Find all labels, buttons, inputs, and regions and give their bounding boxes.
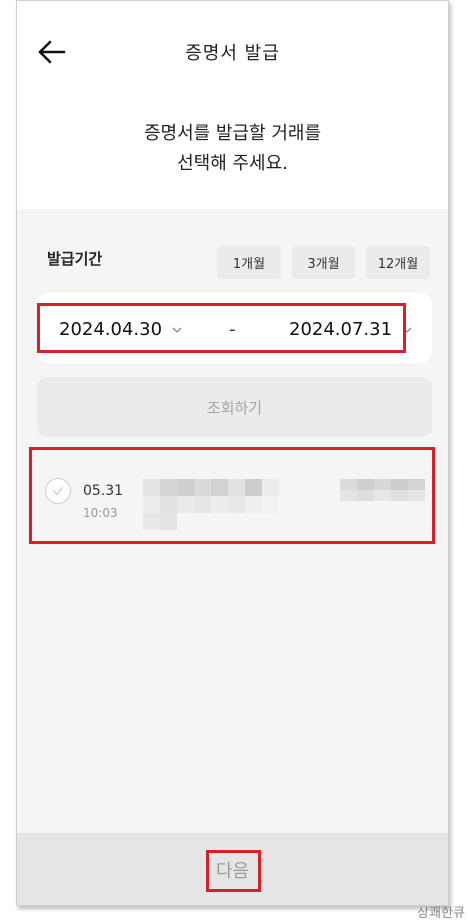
subtitle-line-2: 선택해 주세요. (177, 153, 288, 174)
period-label: 발급기간 (47, 250, 103, 268)
end-date-select[interactable]: 2024.07.31 (289, 319, 412, 340)
header: 증명서 발급 증명서를 발급할 거래를 선택해 주세요. (17, 1, 448, 209)
redacted-amount (340, 479, 425, 501)
transaction-item[interactable]: 05.31 10:03 (31, 453, 436, 535)
page-title: 증명서 발급 (185, 43, 280, 64)
period-chip-12-months[interactable]: 12개월 (366, 246, 430, 279)
start-date-select[interactable]: 2024.04.30 (59, 319, 182, 340)
period-chip-1-month[interactable]: 1개월 (217, 246, 281, 279)
subtitle-line-1: 증명서를 발급할 거래를 (143, 123, 322, 144)
transaction-time: 10:03 (83, 506, 118, 520)
period-chip-3-months[interactable]: 3개월 (292, 246, 355, 279)
select-transaction-checkbox[interactable] (45, 478, 71, 504)
watermark: 상쾌한큐 (417, 906, 465, 921)
chevron-down-icon (402, 327, 412, 333)
bottom-bar: 다음 (17, 833, 448, 905)
start-date-value: 2024.04.30 (59, 319, 163, 340)
next-button[interactable]: 다음 (216, 857, 249, 883)
app-screen: 증명서 발급 증명서를 발급할 거래를 선택해 주세요. 발급기간 1개월 3개… (16, 0, 449, 906)
redacted-description (143, 479, 279, 530)
date-range-card: 2024.04.30 - 2024.07.31 (37, 293, 432, 363)
search-button[interactable]: 조회하기 (37, 377, 432, 437)
chevron-down-icon (172, 327, 182, 333)
date-separator: - (229, 319, 236, 340)
transaction-date: 05.31 (83, 483, 124, 499)
end-date-value: 2024.07.31 (289, 319, 393, 340)
page-subtitle: 증명서를 발급할 거래를 선택해 주세요. (17, 119, 448, 179)
check-icon (52, 486, 64, 496)
